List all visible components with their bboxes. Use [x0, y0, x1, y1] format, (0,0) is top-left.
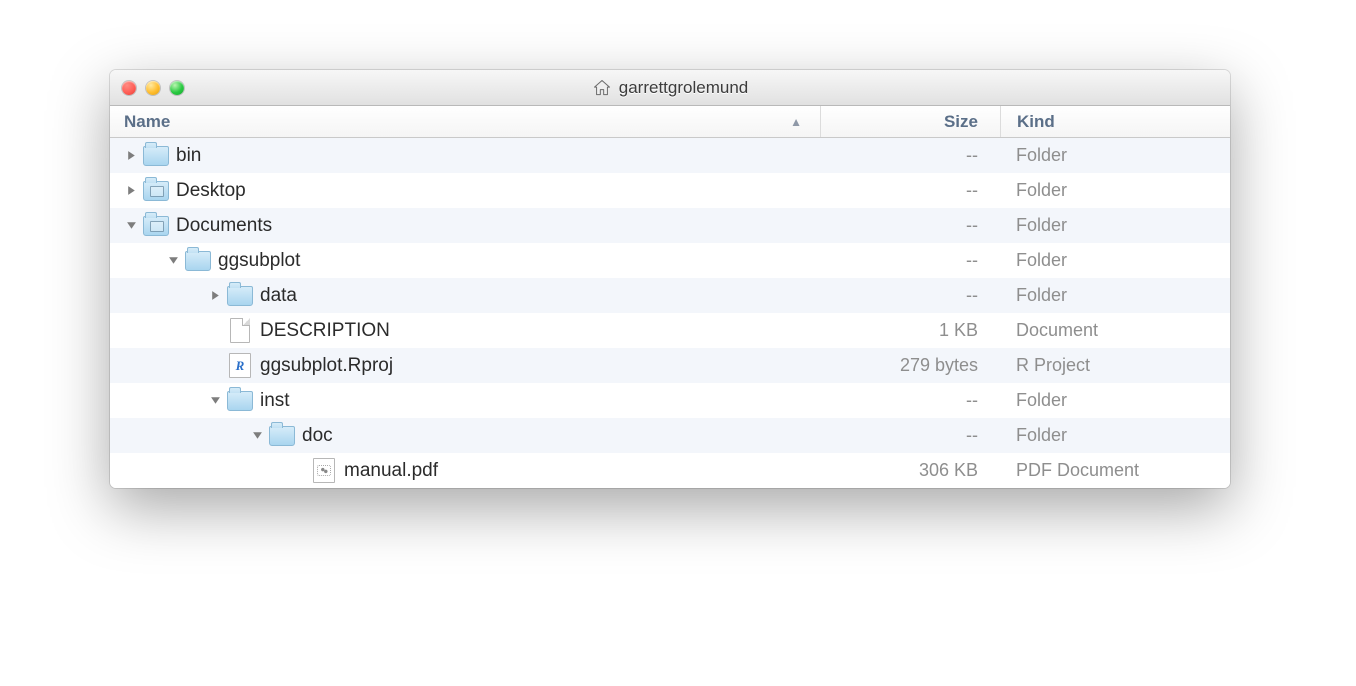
item-name: Documents: [176, 215, 272, 237]
cell-size: 279 bytes: [820, 355, 1000, 376]
cell-name: inst: [110, 387, 820, 415]
disclosure-triangle-closed[interactable]: [120, 180, 142, 202]
finder-window: garrettgrolemund Name ▲ Size Kind bin--F…: [110, 70, 1230, 488]
disclosure-triangle-closed[interactable]: [120, 145, 142, 167]
cell-kind: Folder: [1000, 145, 1230, 166]
cell-size: --: [820, 390, 1000, 411]
window-title: garrettgrolemund: [110, 78, 1230, 98]
sort-indicator-icon: ▲: [790, 115, 802, 129]
column-header-name[interactable]: Name ▲: [110, 106, 820, 137]
file-row[interactable]: data --Folder: [110, 278, 1230, 313]
file-row[interactable]: Desktop --Folder: [110, 173, 1230, 208]
item-name: inst: [260, 390, 290, 412]
item-name: DESCRIPTION: [260, 320, 390, 342]
disclosure-triangle-open[interactable]: [162, 250, 184, 272]
cell-kind: Folder: [1000, 215, 1230, 236]
item-icon: [142, 212, 170, 240]
cell-name: Documents: [110, 212, 820, 240]
disclosure-triangle-open[interactable]: [204, 390, 226, 412]
document-icon: [230, 318, 250, 343]
item-icon: [310, 457, 338, 485]
cell-size: 306 KB: [820, 460, 1000, 481]
cell-kind: Folder: [1000, 285, 1230, 306]
cell-size: --: [820, 425, 1000, 446]
cell-size: --: [820, 250, 1000, 271]
home-icon: [592, 78, 612, 98]
minimize-button[interactable]: [146, 81, 160, 95]
item-name: doc: [302, 425, 333, 447]
cell-size: --: [820, 180, 1000, 201]
column-header-name-label: Name: [124, 112, 170, 132]
column-header-size-label: Size: [944, 112, 978, 132]
cell-kind: PDF Document: [1000, 460, 1230, 481]
file-row[interactable]: bin --Folder: [110, 138, 1230, 173]
cell-kind: Folder: [1000, 180, 1230, 201]
cell-name: doc: [110, 422, 820, 450]
item-icon: [184, 247, 212, 275]
item-name: data: [260, 285, 297, 307]
window-title-text: garrettgrolemund: [619, 78, 748, 98]
file-row[interactable]: Documents --Folder: [110, 208, 1230, 243]
cell-name: bin: [110, 142, 820, 170]
cell-size: --: [820, 285, 1000, 306]
item-icon: [142, 177, 170, 205]
folder-icon: [269, 426, 295, 446]
disclosure-triangle-open[interactable]: [120, 215, 142, 237]
file-row[interactable]: ggsubplot --Folder: [110, 243, 1230, 278]
cell-kind: Folder: [1000, 250, 1230, 271]
cell-size: 1 KB: [820, 320, 1000, 341]
cell-name: data: [110, 282, 820, 310]
cell-size: --: [820, 145, 1000, 166]
column-header-kind-label: Kind: [1017, 112, 1055, 132]
disclosure-triangle-closed[interactable]: [204, 285, 226, 307]
disclosure-triangle-open[interactable]: [246, 425, 268, 447]
column-header-kind[interactable]: Kind: [1000, 106, 1230, 137]
column-headers: Name ▲ Size Kind: [110, 106, 1230, 138]
file-row[interactable]: manual.pdf 306 KBPDF Document: [110, 453, 1230, 488]
zoom-button[interactable]: [170, 81, 184, 95]
item-icon: R: [226, 352, 254, 380]
traffic-lights: [110, 81, 184, 95]
cell-kind: Folder: [1000, 425, 1230, 446]
cell-name: Desktop: [110, 177, 820, 205]
titlebar[interactable]: garrettgrolemund: [110, 70, 1230, 106]
item-icon: [226, 317, 254, 345]
item-icon: [226, 387, 254, 415]
item-icon: [226, 282, 254, 310]
cell-name: Rggsubplot.Rproj: [110, 352, 820, 380]
item-icon: [268, 422, 296, 450]
item-name: ggsubplot.Rproj: [260, 355, 393, 377]
file-row[interactable]: inst --Folder: [110, 383, 1230, 418]
cell-name: ggsubplot: [110, 247, 820, 275]
cell-name: manual.pdf: [110, 457, 820, 485]
cell-name: DESCRIPTION: [110, 317, 820, 345]
file-list: bin--FolderDesktop--FolderDocuments--Fol…: [110, 138, 1230, 488]
rproj-icon: R: [229, 353, 251, 378]
file-row[interactable]: doc --Folder: [110, 418, 1230, 453]
pdf-icon: [313, 458, 335, 483]
item-icon: [142, 142, 170, 170]
folder-icon: [143, 146, 169, 166]
close-button[interactable]: [122, 81, 136, 95]
item-name: bin: [176, 145, 201, 167]
item-name: manual.pdf: [344, 460, 438, 482]
cell-size: --: [820, 215, 1000, 236]
folder-icon: [227, 286, 253, 306]
cell-kind: R Project: [1000, 355, 1230, 376]
folder-icon: [227, 391, 253, 411]
folder-icon: [185, 251, 211, 271]
file-row[interactable]: DESCRIPTION 1 KBDocument: [110, 313, 1230, 348]
cell-kind: Document: [1000, 320, 1230, 341]
file-row[interactable]: Rggsubplot.Rproj279 bytesR Project: [110, 348, 1230, 383]
cell-kind: Folder: [1000, 390, 1230, 411]
folder-icon: [143, 181, 169, 201]
item-name: ggsubplot: [218, 250, 300, 272]
item-name: Desktop: [176, 180, 246, 202]
folder-icon: [143, 216, 169, 236]
column-header-size[interactable]: Size: [820, 106, 1000, 137]
